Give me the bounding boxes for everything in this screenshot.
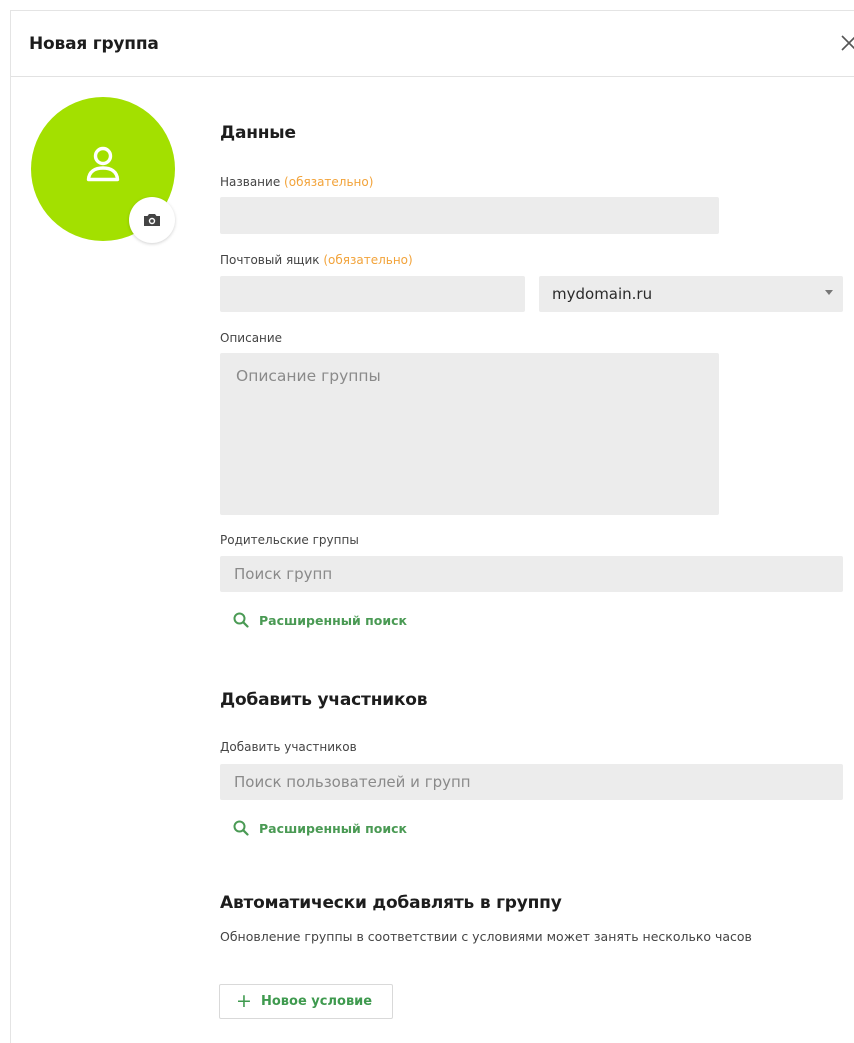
name-label: Название (обязательно) <box>220 175 373 189</box>
name-input[interactable] <box>220 197 719 234</box>
new-condition-button[interactable]: + Новое условие <box>219 984 393 1019</box>
members-search-input[interactable] <box>220 764 843 800</box>
new-group-dialog: Новая группа Данные Название (обязательн… <box>10 10 854 1043</box>
domain-select-value: mydomain.ru <box>552 285 653 303</box>
name-field[interactable] <box>220 197 719 234</box>
name-required-marker: (обязательно) <box>284 175 374 189</box>
camera-icon[interactable] <box>129 197 175 243</box>
mailbox-label: Почтовый ящик (обязательно) <box>220 253 413 267</box>
name-label-text: Название <box>220 175 281 189</box>
parent-groups-label: Родительские группы <box>220 533 359 547</box>
members-advanced-search-label: Расширенный поиск <box>259 821 408 836</box>
mailbox-field[interactable] <box>220 276 525 312</box>
mailbox-input[interactable] <box>220 276 525 312</box>
members-section-title: Добавить участников <box>220 690 428 710</box>
domain-select[interactable]: mydomain.ru <box>539 276 843 312</box>
members-field[interactable] <box>220 764 843 800</box>
parent-advanced-search-label: Расширенный поиск <box>259 613 408 628</box>
chevron-down-icon <box>825 290 833 295</box>
parent-groups-field[interactable] <box>220 556 843 592</box>
auto-add-section-title: Автоматически добавлять в группу <box>220 893 562 913</box>
dialog-header: Новая группа <box>11 11 854 77</box>
description-label: Описание <box>220 331 283 345</box>
search-icon <box>233 820 249 836</box>
members-label: Добавить участников <box>220 740 357 754</box>
search-icon <box>233 612 249 628</box>
user-icon <box>86 146 120 182</box>
dialog-title: Новая группа <box>29 34 159 54</box>
description-field[interactable] <box>220 353 719 515</box>
auto-add-hint: Обновление группы в соответствии с услов… <box>220 929 752 944</box>
data-section-title: Данные <box>220 123 296 143</box>
new-condition-label: Новое условие <box>261 994 373 1009</box>
close-icon[interactable] <box>839 31 854 55</box>
parent-groups-search-input[interactable] <box>220 556 843 592</box>
plus-icon: + <box>236 990 252 1012</box>
mailbox-label-text: Почтовый ящик <box>220 253 320 267</box>
description-textarea[interactable] <box>220 353 719 515</box>
mailbox-required-marker: (обязательно) <box>323 253 413 267</box>
